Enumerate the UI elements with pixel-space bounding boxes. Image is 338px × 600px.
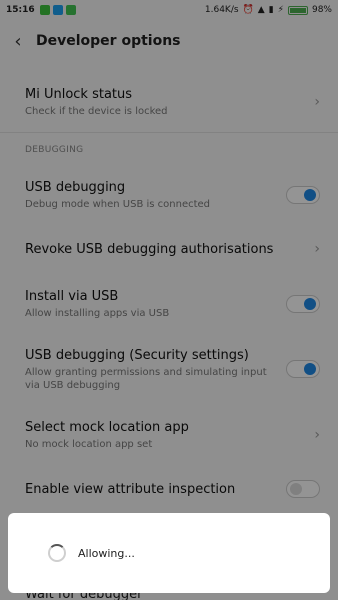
progress-dialog: Allowing...: [8, 513, 330, 593]
dim-overlay: [0, 0, 338, 600]
progress-message: Allowing...: [78, 546, 135, 560]
spinner-icon: [48, 544, 66, 562]
